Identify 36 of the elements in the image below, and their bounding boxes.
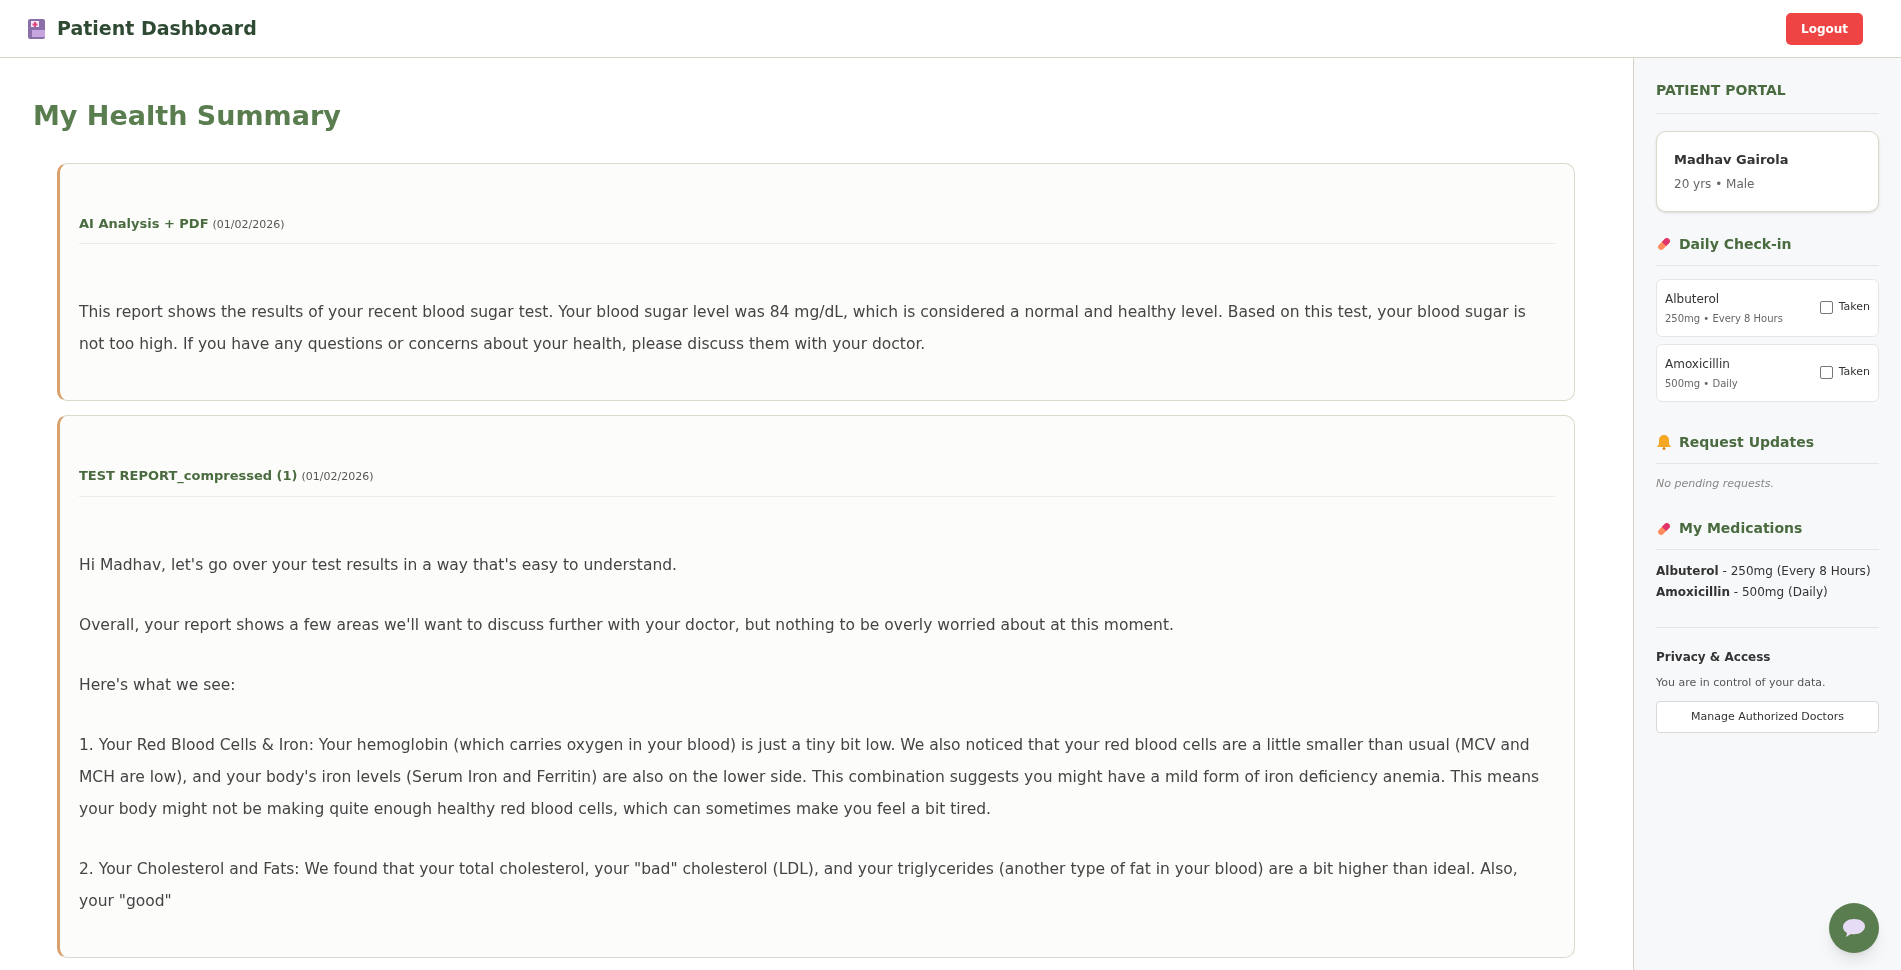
page-title: My Health Summary (33, 99, 342, 133)
privacy-heading: Privacy & Access (1656, 649, 1772, 666)
section-heading: Daily Check-in (1679, 234, 1792, 254)
hospital-icon (28, 18, 45, 39)
section-heading: My Medications (1679, 519, 1803, 538)
checkbox-label: Taken (1838, 299, 1870, 316)
checkbox-label: Taken (1838, 364, 1870, 381)
report-date: (01/02/2026) (212, 216, 285, 233)
report-title: AI Analysis + PDF (79, 214, 209, 233)
report-paragraph: Overall, your report shows a few areas we'll want to discuss further with your doctor, but nothing to be overly worried about at this moment. (79, 614, 1175, 636)
logout-button[interactable]: Logout (1786, 12, 1863, 45)
report-date: (01/02/2026) (301, 469, 374, 485)
sidebar-heading: PATIENT PORTAL (1656, 80, 1879, 114)
patient-name: Madhav Gairola (1674, 151, 1790, 169)
medication-details: 500mg • Daily (1665, 376, 1738, 391)
medication-name: Amoxicillin (1665, 355, 1731, 373)
medication-name: Albuterol (1665, 290, 1721, 308)
report-paragraph: 2. Your Cholesterol and Fats: We found that your total cholesterol, your "bad" cholesterol (LDL), and your triglycerides (another type of fat in your blood) are a bit higher than ideal. Also, your "good" (79, 858, 1519, 912)
report-paragraph: Hi Madhav, let's go over your test results in a way that's easy to understand. (79, 554, 679, 576)
report-paragraph: 1. Your Red Blood Cells & Iron: Your hemoglobin (which carries oxygen in your blood) is just a tiny bit low. We also noticed that your red blood cells are a little smaller than usual (MCV and MCH are low), and your body's iron levels (Serum Iron and Ferritin) are also on the lower side. This combination suggests you might have a mild form of iron deficiency anemia. This means your body might not be making quite enough healthy red blood cells, which can sometimes make you feel a bit tired. (79, 734, 1541, 820)
bell-icon (1656, 434, 1672, 450)
report-paragraph: Here's what we see: (79, 674, 237, 696)
section-heading: Request Updates (1679, 432, 1815, 452)
manage-doctors-button[interactable]: Manage Authorized Doctors (1656, 700, 1879, 733)
report-title: TEST REPORT_compressed (1) (79, 467, 298, 486)
patient-details: 20 yrs • Male (1674, 175, 1756, 193)
medication-entry: Albuterol - 250mg (Every 8 Hours) (1656, 563, 1872, 580)
speech-bubble-icon (1842, 918, 1866, 938)
app-title: Patient Dashboard (57, 16, 257, 42)
empty-message: No pending requests. (1656, 475, 1775, 492)
checkbox[interactable] (1819, 366, 1833, 379)
medication-entry: Amoxicillin - 500mg (Daily) (1656, 584, 1829, 601)
privacy-text: You are in control of your data. (1656, 675, 1827, 691)
checkbox[interactable] (1819, 301, 1833, 314)
report-paragraph: This report shows the results of your recent blood sugar test. Your blood sugar level was 84 mg/dL, which is considered a normal and healthy level. Based on this test, your blood sugar is not too high. If you have any questions or concerns about your health, please discuss them with your doctor. (79, 302, 1527, 355)
medication-details: 250mg • Every 8 Hours (1665, 311, 1783, 326)
